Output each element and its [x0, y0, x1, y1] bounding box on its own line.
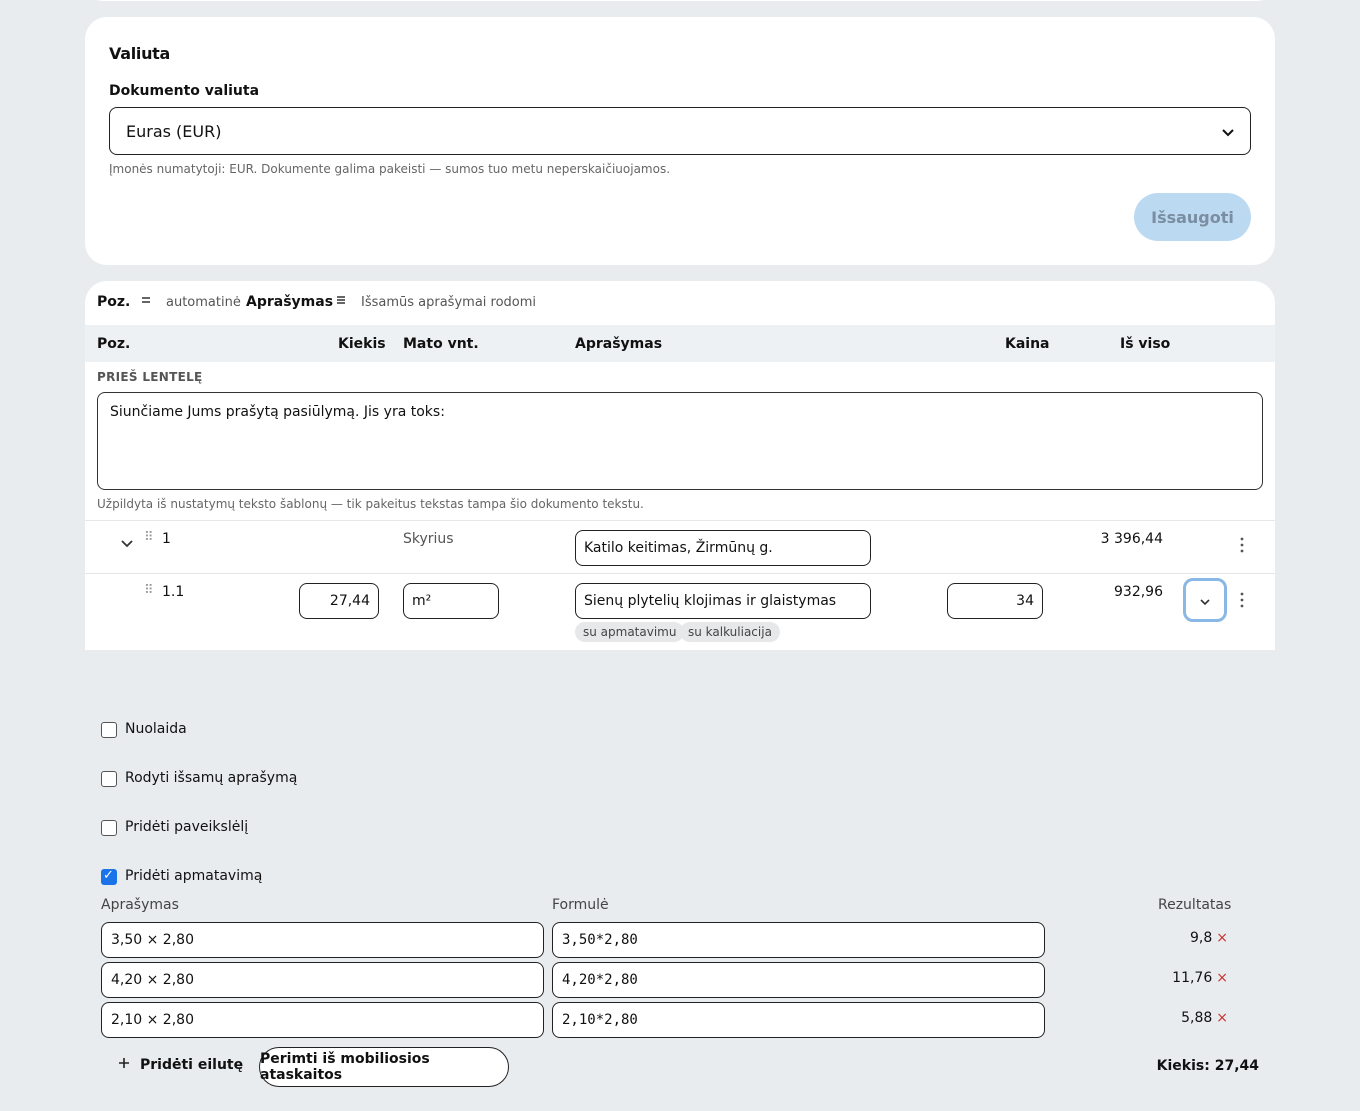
remove-row-icon[interactable]: × [1216, 970, 1228, 986]
save-button[interactable]: Išsaugoti [1134, 193, 1251, 241]
header-mato-vnt: Mato vnt. [403, 336, 479, 352]
header-is-viso: Iš viso [1120, 336, 1171, 352]
currency-selected-value: Euras (EUR) [126, 121, 222, 141]
item-unit-input[interactable]: m² [403, 583, 499, 619]
add-image-checkbox[interactable] [101, 820, 117, 836]
header-aprasymas: Aprašymas [575, 336, 663, 352]
table-toolbar: Poz. automatinė Aprašymas Išsamūs aprašy… [85, 281, 1275, 325]
tag-calculation: su kalkuliacija [680, 622, 780, 642]
items-table-card: Poz. automatinė Aprašymas Išsamūs aprašy… [85, 281, 1275, 650]
more-vertical-icon[interactable] [1240, 592, 1244, 612]
currency-card: Valiuta Dokumento valiuta Euras (EUR) Įm… [85, 17, 1275, 265]
meas-desc-input[interactable]: 2,10 × 2,80 [101, 1002, 544, 1038]
meas-header-formula: Formulė [552, 897, 609, 913]
equals-icon[interactable] [141, 294, 151, 309]
section-row: ⠿ 1 Skyrius Katilo keitimas, Žirmūnų g. … [85, 521, 1275, 573]
section-unit: Skyrius [403, 531, 454, 547]
plus-icon [118, 1057, 130, 1073]
before-table-hint: Užpildyta iš nustatymų teksto šablonų — … [97, 497, 644, 511]
section-description-input[interactable]: Katilo keitimas, Žirmūnų g. [575, 530, 871, 566]
poz-mode[interactable]: automatinė [166, 295, 241, 310]
meas-result: 9,8 × [1190, 930, 1228, 946]
remove-row-icon[interactable]: × [1216, 1010, 1228, 1026]
collapse-toggle-button[interactable] [1183, 578, 1227, 622]
discount-checkbox[interactable] [101, 722, 117, 738]
section-total: 3 396,44 [1100, 531, 1163, 547]
item-qty-input[interactable]: 27,44 [299, 583, 379, 619]
desc-label: Aprašymas [246, 294, 334, 310]
add-measurement-label: Pridėti apmatavimą [125, 868, 263, 884]
meas-formula-input[interactable]: 3,50*2,80 [552, 922, 1045, 958]
meas-formula-input[interactable]: 4,20*2,80 [552, 962, 1045, 998]
before-table-textarea[interactable]: Siunčiame Jums prašytą pasiūlymą. Jis yr… [97, 392, 1263, 490]
drag-handle-icon[interactable]: ⠿ [144, 583, 154, 598]
import-mobile-report-button[interactable]: Perimti iš mobiliosios ataskaitos [259, 1047, 509, 1087]
item-description-input[interactable]: Sienų plytelių klojimas ir glaistymas [575, 583, 871, 619]
meas-formula-input[interactable]: 2,10*2,80 [552, 1002, 1045, 1038]
drag-handle-icon[interactable]: ⠿ [144, 530, 154, 545]
meas-header-desc: Aprašymas [101, 897, 179, 913]
currency-title: Valiuta [109, 44, 171, 63]
header-poz: Poz. [97, 336, 131, 352]
desc-mode[interactable]: Išsamūs aprašymai rodomi [361, 295, 536, 310]
section-pos: 1 [162, 531, 171, 547]
show-detail-label: Rodyti išsamų aprašymą [125, 770, 298, 786]
meas-result: 5,88 × [1181, 1010, 1228, 1026]
previous-card-edge [85, 0, 1275, 1]
add-image-label: Pridėti paveikslėlį [125, 819, 249, 835]
chevron-down-icon [1200, 591, 1210, 610]
chevron-down-icon[interactable] [121, 533, 133, 552]
remove-row-icon[interactable]: × [1216, 930, 1228, 946]
table-header: Poz. Kiekis Mato vnt. Aprašymas Kaina Iš… [85, 325, 1275, 362]
chevron-down-icon [1222, 122, 1234, 141]
item-pos: 1.1 [162, 584, 185, 600]
add-measurement-checkbox[interactable] [101, 868, 117, 885]
qty-summary: Kiekis: 27,44 [1156, 1058, 1259, 1074]
currency-label: Dokumento valiuta [109, 83, 260, 99]
meas-desc-input[interactable]: 4,20 × 2,80 [101, 962, 544, 998]
lines-icon[interactable] [336, 294, 346, 309]
before-table-label: PRIEŠ LENTELĘ [97, 370, 203, 384]
more-vertical-icon[interactable] [1240, 537, 1244, 557]
header-kiekis: Kiekis [338, 336, 386, 352]
discount-label: Nuolaida [125, 721, 187, 737]
add-row-label: Pridėti eilutę [140, 1057, 244, 1073]
meas-header-result: Rezultatas [1158, 897, 1232, 913]
meas-desc-input[interactable]: 3,50 × 2,80 [101, 922, 544, 958]
currency-select[interactable]: Euras (EUR) [109, 107, 1251, 155]
add-row-button[interactable]: Pridėti eilutę [118, 1057, 243, 1073]
poz-label: Poz. [97, 294, 131, 310]
item-row: ⠿ 1.1 27,44 m² Sienų plytelių klojimas i… [85, 574, 1275, 650]
meas-result: 11,76 × [1172, 970, 1228, 986]
item-price-input[interactable]: 34 [947, 583, 1043, 619]
header-kaina: Kaina [1005, 336, 1050, 352]
currency-hint: Įmonės numatytoji: EUR. Dokumente galima… [109, 162, 671, 176]
item-total: 932,96 [1114, 584, 1163, 600]
tag-measurement: su apmatavimu [575, 622, 685, 642]
show-detail-checkbox[interactable] [101, 771, 117, 787]
